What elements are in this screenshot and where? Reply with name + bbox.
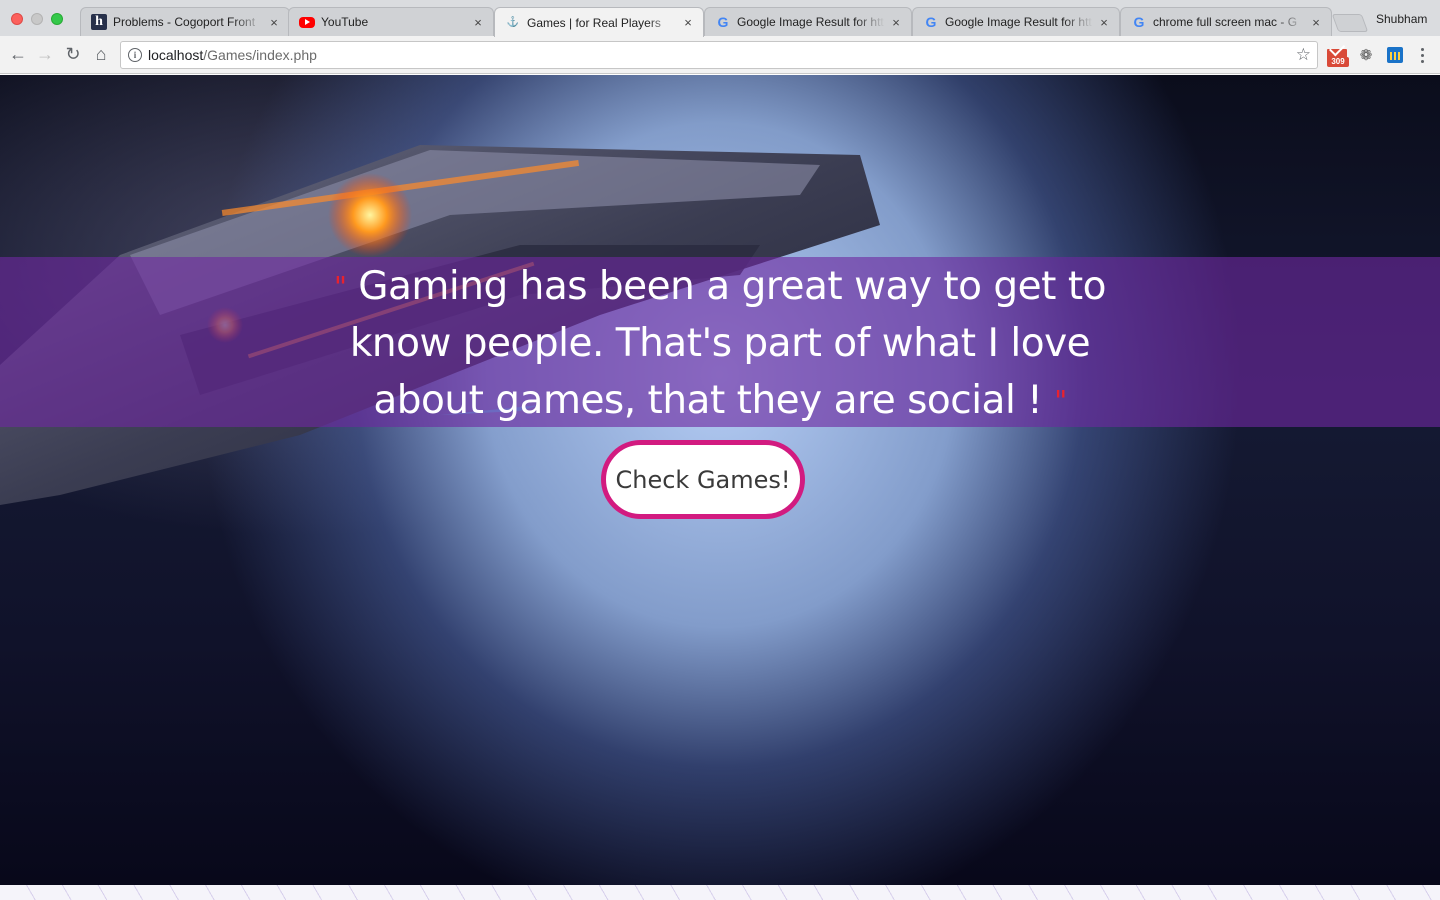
tab-games-active[interactable]: ⚓ Games | for Real Players × <box>494 7 704 37</box>
home-icon[interactable]: ⌂ <box>89 42 113 66</box>
page-bottom-strip <box>0 885 1440 900</box>
hackerearth-h-icon: h <box>91 14 107 30</box>
tab-title: chrome full screen mac - G <box>1153 15 1298 29</box>
youtube-icon <box>299 16 315 28</box>
tab-title: Games | for Real Players <box>527 15 661 30</box>
game-site-icon: ⚓ <box>506 17 520 28</box>
check-games-button[interactable]: Check Games! <box>601 440 805 519</box>
url-path: /Games/index.php <box>203 47 317 63</box>
bookmark-star-icon[interactable]: ☆ <box>1296 45 1311 65</box>
browser-toolbar: ← → ↻ ⌂ i localhost/Games/index.php ☆ 30… <box>0 36 1440 74</box>
page-viewport: " Gaming has been a great way to get to … <box>0 75 1440 900</box>
tab-title: Problems - Cogoport Front <box>113 15 256 29</box>
tab-close-icon[interactable]: × <box>681 15 695 30</box>
tab-close-icon[interactable]: × <box>267 15 281 30</box>
quote-close-mark: " <box>1054 384 1067 417</box>
hero-quote: " Gaming has been a great way to get to … <box>300 258 1140 429</box>
profile-name[interactable]: Shubham <box>1376 12 1427 26</box>
tab-strip: h Problems - Cogoport Front × YouTube × … <box>0 0 1440 37</box>
tab-youtube[interactable]: YouTube × <box>288 7 494 36</box>
url-host: localhost <box>148 47 204 63</box>
quote-open-mark: " <box>333 270 347 303</box>
browser-menu-icon[interactable] <box>1413 45 1431 65</box>
window-close-button[interactable] <box>11 13 23 25</box>
back-arrow-icon[interactable]: ← <box>6 42 30 66</box>
tab-problems-cogoport[interactable]: h Problems - Cogoport Front × <box>80 7 290 36</box>
info-icon[interactable]: i <box>128 48 142 62</box>
tab-title: Google Image Result for htt <box>945 15 1092 29</box>
reload-icon[interactable]: ↻ <box>61 42 85 66</box>
globe-extension-icon[interactable]: ❁ <box>1356 45 1376 65</box>
tab-chrome-full-screen[interactable]: G chrome full screen mac - G × <box>1120 7 1332 36</box>
tab-google-image-result-1[interactable]: G Google Image Result for htt × <box>704 7 912 36</box>
tab-title: Google Image Result for htt <box>737 15 884 29</box>
tab-close-icon[interactable]: × <box>471 15 485 30</box>
quote-text: Gaming has been a great way to get to kn… <box>349 264 1107 423</box>
tab-title: YouTube <box>321 15 369 29</box>
window-maximize-button[interactable] <box>51 13 63 25</box>
tab-google-image-result-2[interactable]: G Google Image Result for htt × <box>912 7 1120 36</box>
mail-count-badge: 309 <box>1327 57 1349 67</box>
address-bar[interactable]: i localhost/Games/index.php ☆ <box>120 41 1318 69</box>
new-tab-button[interactable] <box>1331 14 1369 32</box>
tab-close-icon[interactable]: × <box>1309 15 1323 30</box>
chart-extension-icon[interactable] <box>1385 45 1405 65</box>
tab-close-icon[interactable]: × <box>1097 15 1111 30</box>
tab-close-icon[interactable]: × <box>889 15 903 30</box>
window-minimize-button[interactable] <box>31 13 43 25</box>
google-g-icon: G <box>925 14 937 30</box>
google-g-icon: G <box>1133 14 1145 30</box>
forward-arrow-icon[interactable]: → <box>33 42 57 66</box>
google-g-icon: G <box>717 14 729 30</box>
